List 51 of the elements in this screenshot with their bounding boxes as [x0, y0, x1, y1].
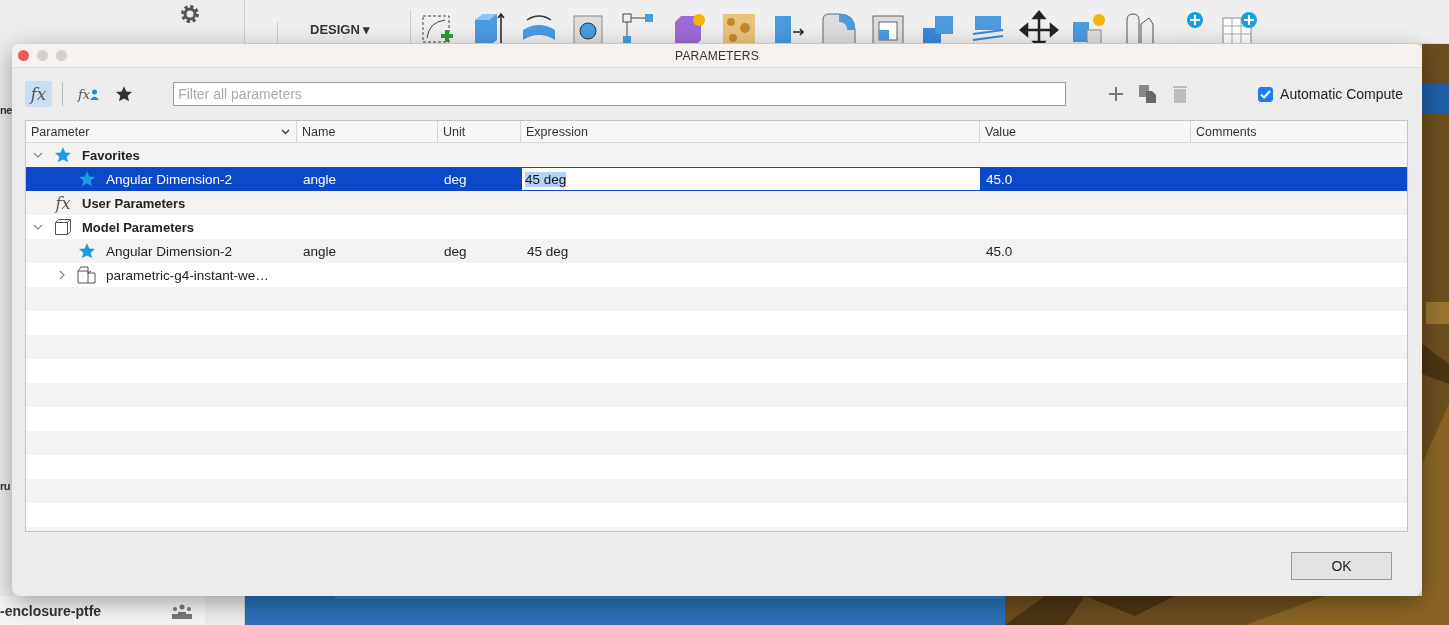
person-icon: [90, 88, 100, 100]
column-header[interactable]: Unit: [443, 124, 466, 139]
project-name: -enclosure-ptfe: [0, 602, 102, 619]
table-icon[interactable]: [1219, 10, 1260, 43]
settings-icon[interactable]: [180, 4, 200, 24]
star-icon: [54, 146, 72, 164]
component-icon: [77, 266, 97, 284]
add-icon[interactable]: [1108, 86, 1125, 102]
star-icon[interactable]: [78, 242, 96, 260]
table-cell: Angular Dimension-2: [106, 171, 233, 187]
copy-icon[interactable]: [1138, 84, 1159, 104]
cube-icon: [54, 218, 72, 236]
table-cell: 45.0: [986, 243, 1013, 259]
column-header[interactable]: Expression: [526, 124, 588, 139]
ok-button[interactable]: OK: [1291, 552, 1392, 580]
column-header[interactable]: Comments: [1196, 124, 1257, 139]
checkbox[interactable]: [1258, 86, 1274, 102]
table-cell: 45 deg: [527, 243, 569, 259]
column-header[interactable]: Value: [985, 124, 1017, 139]
chevron-down-icon[interactable]: [281, 128, 290, 135]
sidebar-label: ru: [0, 480, 10, 492]
star-icon: [114, 85, 133, 103]
chevron-right-icon[interactable]: [57, 270, 67, 280]
group-label[interactable]: User Parameters: [82, 195, 186, 211]
table-cell: deg: [444, 243, 467, 259]
user-filter[interactable]: fx: [75, 81, 103, 107]
table-row[interactable]: Angular Dimension-2 angle deg 45 deg 45.0: [26, 167, 1407, 191]
sidebar-label: ne: [0, 104, 12, 116]
checkbox-label: Automatic Compute: [1280, 86, 1403, 102]
close-button[interactable]: [18, 50, 29, 61]
table-cell: 45.0: [986, 171, 1013, 187]
group-label[interactable]: Favorites: [82, 147, 140, 163]
group-label[interactable]: Model Parameters: [82, 219, 194, 235]
function-icon: fx: [78, 86, 91, 102]
expression-field[interactable]: 45 deg: [522, 168, 980, 190]
search-field[interactable]: Filter all parameters: [173, 82, 1067, 106]
column-header[interactable]: Name: [302, 124, 336, 139]
function-icon: fx: [30, 84, 47, 104]
table-cell: angle: [303, 243, 337, 259]
window-title: PARAMETERS: [675, 48, 759, 63]
table-row[interactable]: Angular Dimension-2 angle deg 45 deg 45.0: [26, 239, 1407, 263]
function-filter[interactable]: fx: [25, 81, 52, 107]
function-icon: fx: [55, 193, 71, 213]
people-icon[interactable]: [171, 602, 193, 619]
move-icon[interactable]: [1019, 10, 1060, 43]
table-cell: deg: [444, 171, 467, 187]
star-icon[interactable]: [78, 170, 96, 188]
table-cell: Angular Dimension-2: [106, 243, 233, 259]
column-header[interactable]: Parameter: [31, 124, 90, 139]
table-cell: angle: [303, 171, 337, 187]
component-label[interactable]: parametric-g4-instant-we…: [106, 267, 269, 283]
